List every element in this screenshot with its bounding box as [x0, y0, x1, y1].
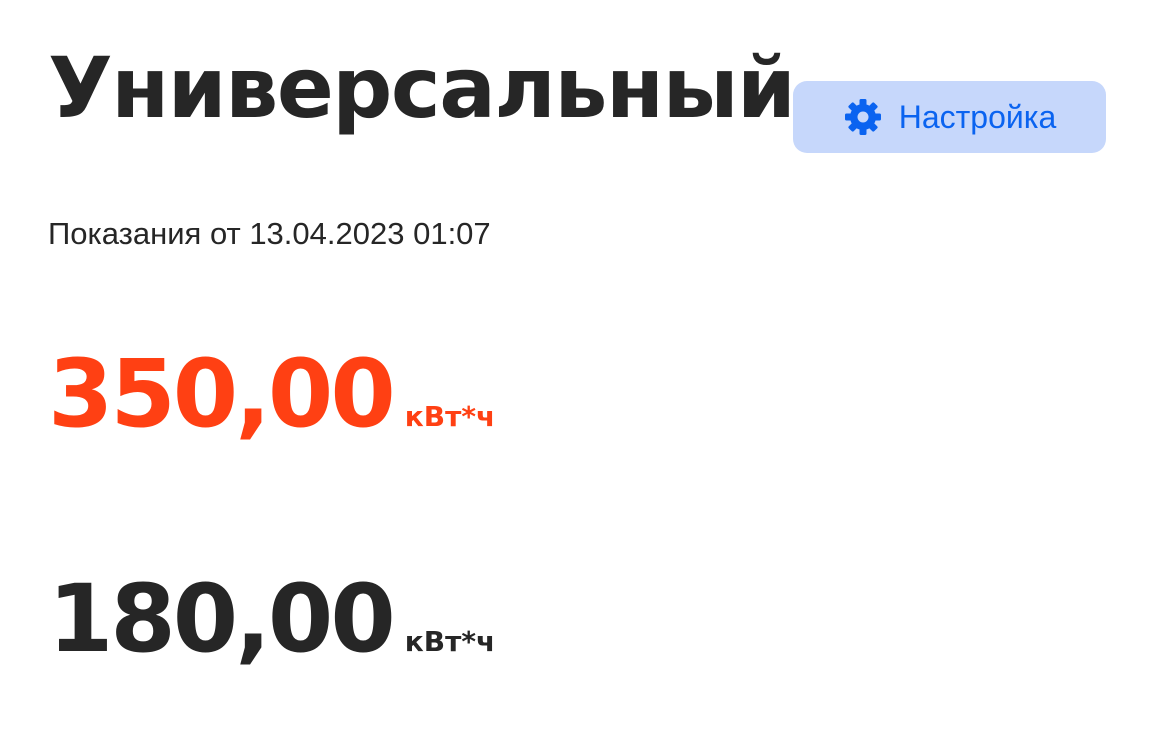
reading-value: 350,00 — [48, 340, 396, 449]
reading-unit: кВт*ч — [404, 400, 496, 433]
readings-date: Показания от 13.04.2023 01:07 — [48, 216, 491, 251]
settings-button-label: Настройка — [898, 98, 1057, 135]
meter-reading-2: 180,00 кВт*ч — [48, 565, 495, 675]
reading-unit: кВт*ч — [404, 625, 496, 658]
meter-reading-1: 350,00 кВт*ч — [48, 340, 495, 450]
settings-button[interactable]: Настройка — [793, 81, 1106, 153]
page-title: Универсальный — [48, 39, 796, 137]
gear-icon — [843, 97, 883, 137]
reading-value: 180,00 — [48, 565, 396, 674]
